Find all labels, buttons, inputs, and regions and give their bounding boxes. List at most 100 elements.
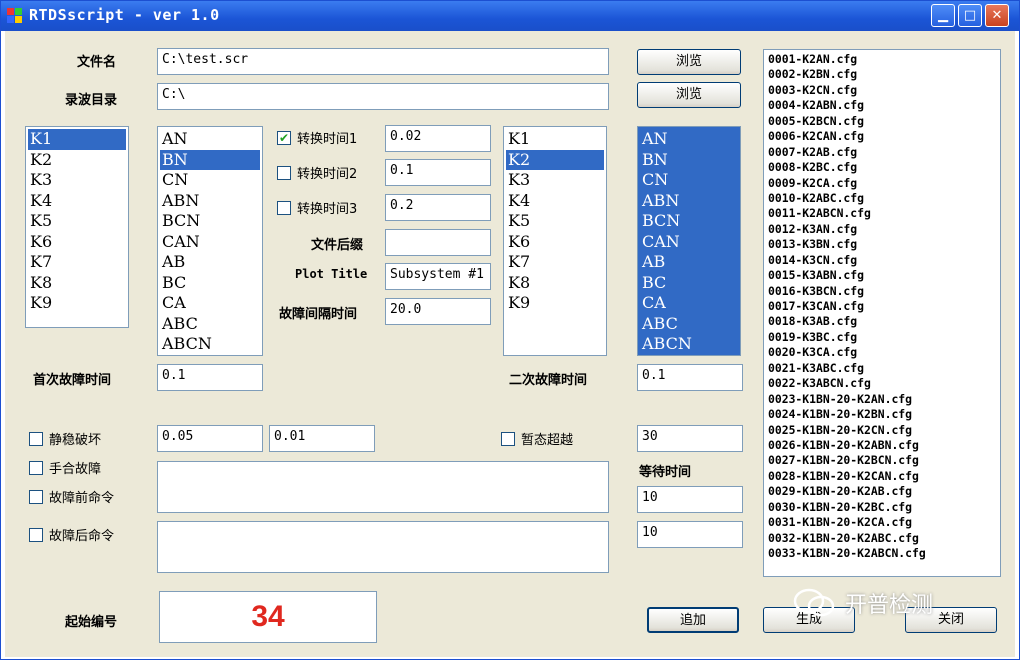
list-item[interactable]: K5: [506, 211, 604, 232]
maximize-button[interactable]: □: [958, 4, 982, 27]
list-item[interactable]: 0023-K1BN-20-K2AN.cfg: [768, 392, 996, 407]
list-item[interactable]: K9: [506, 293, 604, 314]
post-command-wait-input[interactable]: 10: [637, 521, 743, 548]
list-item[interactable]: CN: [640, 170, 738, 191]
time3-input[interactable]: 0.2: [385, 194, 491, 221]
second-fault-time-input[interactable]: 0.1: [637, 364, 743, 391]
plot-title-input[interactable]: Subsystem #1: [385, 263, 491, 290]
list-item[interactable]: 0030-K1BN-20-K2BC.cfg: [768, 500, 996, 515]
static-value1-input[interactable]: 0.05: [157, 425, 263, 452]
list-item[interactable]: ABCN: [640, 334, 738, 355]
list-item[interactable]: 0032-K1BN-20-K2ABC.cfg: [768, 531, 996, 546]
first-fault-location-list[interactable]: K1 K2 K3 K4 K5 K6 K7 K8 K9: [25, 126, 129, 328]
list-item[interactable]: 0004-K2ABN.cfg: [768, 98, 996, 113]
pre-fault-command-checkbox[interactable]: 故障前命令: [29, 487, 114, 506]
transient-value-input[interactable]: 30: [637, 425, 743, 452]
list-item[interactable]: 0019-K3BC.cfg: [768, 330, 996, 345]
list-item[interactable]: 0014-K3CN.cfg: [768, 253, 996, 268]
close-window-button[interactable]: ✕: [985, 4, 1009, 27]
list-item[interactable]: 0011-K2ABCN.cfg: [768, 206, 996, 221]
list-item[interactable]: K6: [28, 232, 126, 253]
list-item[interactable]: AN: [640, 129, 738, 150]
list-item[interactable]: 0015-K3ABN.cfg: [768, 268, 996, 283]
post-fault-command-input[interactable]: [157, 521, 609, 573]
generated-file-list[interactable]: 0001-K2AN.cfg 0002-K2BN.cfg 0003-K2CN.cfg 0…: [763, 49, 1001, 577]
list-item[interactable]: 0016-K3BCN.cfg: [768, 284, 996, 299]
list-item[interactable]: CN: [160, 170, 260, 191]
append-button[interactable]: 追加: [647, 607, 739, 633]
list-item[interactable]: AN: [160, 129, 260, 150]
list-item[interactable]: 0007-K2AB.cfg: [768, 145, 996, 160]
list-item[interactable]: ABN: [160, 191, 260, 212]
list-item[interactable]: K2: [506, 149, 604, 170]
second-fault-type-list[interactable]: AN BN CN ABN BCN CAN AB BC CA ABC ABCN: [637, 126, 741, 356]
title-bar[interactable]: RTDSscript - ver 1.0 ▁ □ ✕: [1, 1, 1019, 31]
first-fault-type-list[interactable]: AN BN CN ABN BCN CAN AB BC CA ABC ABCN: [157, 126, 263, 356]
list-item[interactable]: 0029-K1BN-20-K2AB.cfg: [768, 484, 996, 499]
list-item[interactable]: AB: [640, 252, 738, 273]
list-item[interactable]: 0018-K3AB.cfg: [768, 314, 996, 329]
pre-fault-command-input[interactable]: [157, 461, 609, 513]
list-item[interactable]: BN: [640, 150, 738, 171]
time3-checkbox[interactable]: 转换时间3: [277, 198, 357, 217]
suffix-input[interactable]: [385, 229, 491, 256]
list-item[interactable]: 0002-K2BN.cfg: [768, 67, 996, 82]
list-item[interactable]: 0026-K1BN-20-K2ABN.cfg: [768, 438, 996, 453]
list-item[interactable]: K4: [28, 191, 126, 212]
list-item[interactable]: 0001-K2AN.cfg: [768, 52, 996, 67]
list-item[interactable]: CA: [160, 293, 260, 314]
list-item[interactable]: 0005-K2BCN.cfg: [768, 114, 996, 129]
list-item[interactable]: K9: [28, 293, 126, 314]
list-item[interactable]: 0027-K1BN-20-K2BCN.cfg: [768, 453, 996, 468]
time2-input[interactable]: 0.1: [385, 159, 491, 186]
list-item[interactable]: CAN: [160, 232, 260, 253]
list-item[interactable]: K8: [28, 273, 126, 294]
list-item[interactable]: K7: [28, 252, 126, 273]
list-item[interactable]: BN: [160, 149, 260, 170]
list-item[interactable]: CA: [640, 293, 738, 314]
list-item[interactable]: 0010-K2ABC.cfg: [768, 191, 996, 206]
time1-input[interactable]: 0.02: [385, 125, 491, 152]
list-item[interactable]: K1: [28, 129, 126, 150]
list-item[interactable]: 0012-K3AN.cfg: [768, 222, 996, 237]
list-item[interactable]: BCN: [160, 211, 260, 232]
list-item[interactable]: 0022-K3ABCN.cfg: [768, 376, 996, 391]
list-item[interactable]: 0006-K2CAN.cfg: [768, 129, 996, 144]
list-item[interactable]: ABC: [640, 314, 738, 335]
list-item[interactable]: ABN: [640, 191, 738, 212]
first-fault-time-input[interactable]: 0.1: [157, 364, 263, 391]
pre-command-wait-input[interactable]: 10: [637, 486, 743, 513]
list-item[interactable]: K1: [506, 129, 604, 150]
list-item[interactable]: K7: [506, 252, 604, 273]
filename-input[interactable]: C:\test.scr: [157, 48, 609, 75]
browse-file-button[interactable]: 浏览: [637, 49, 741, 75]
minimize-button[interactable]: ▁: [931, 4, 955, 27]
list-item[interactable]: 0021-K3ABC.cfg: [768, 361, 996, 376]
list-item[interactable]: BCN: [640, 211, 738, 232]
start-number-input[interactable]: 34: [159, 591, 377, 643]
list-item[interactable]: 0033-K1BN-20-K2ABCN.cfg: [768, 546, 996, 561]
list-item[interactable]: 0003-K2CN.cfg: [768, 83, 996, 98]
transient-overreach-checkbox[interactable]: 暂态超越: [501, 429, 573, 448]
list-item[interactable]: AB: [160, 252, 260, 273]
list-item[interactable]: 0028-K1BN-20-K2CAN.cfg: [768, 469, 996, 484]
list-item[interactable]: 0024-K1BN-20-K2BN.cfg: [768, 407, 996, 422]
list-item[interactable]: ABCN: [160, 334, 260, 355]
time2-checkbox[interactable]: 转换时间2: [277, 163, 357, 182]
list-item[interactable]: K3: [506, 170, 604, 191]
time1-checkbox[interactable]: ✔ 转换时间1: [277, 128, 357, 147]
list-item[interactable]: 0020-K3CA.cfg: [768, 345, 996, 360]
list-item[interactable]: BC: [160, 273, 260, 294]
list-item[interactable]: 0031-K1BN-20-K2CA.cfg: [768, 515, 996, 530]
list-item[interactable]: K8: [506, 273, 604, 294]
list-item[interactable]: 0009-K2CA.cfg: [768, 176, 996, 191]
list-item[interactable]: K4: [506, 191, 604, 212]
record-dir-input[interactable]: C:\: [157, 83, 609, 110]
list-item[interactable]: 0017-K3CAN.cfg: [768, 299, 996, 314]
static-value2-input[interactable]: 0.01: [269, 425, 375, 452]
static-stability-checkbox[interactable]: 静稳破坏: [29, 429, 101, 448]
list-item[interactable]: 0025-K1BN-20-K2CN.cfg: [768, 423, 996, 438]
list-item[interactable]: 0013-K3BN.cfg: [768, 237, 996, 252]
list-item[interactable]: K5: [28, 211, 126, 232]
browse-dir-button[interactable]: 浏览: [637, 82, 741, 108]
